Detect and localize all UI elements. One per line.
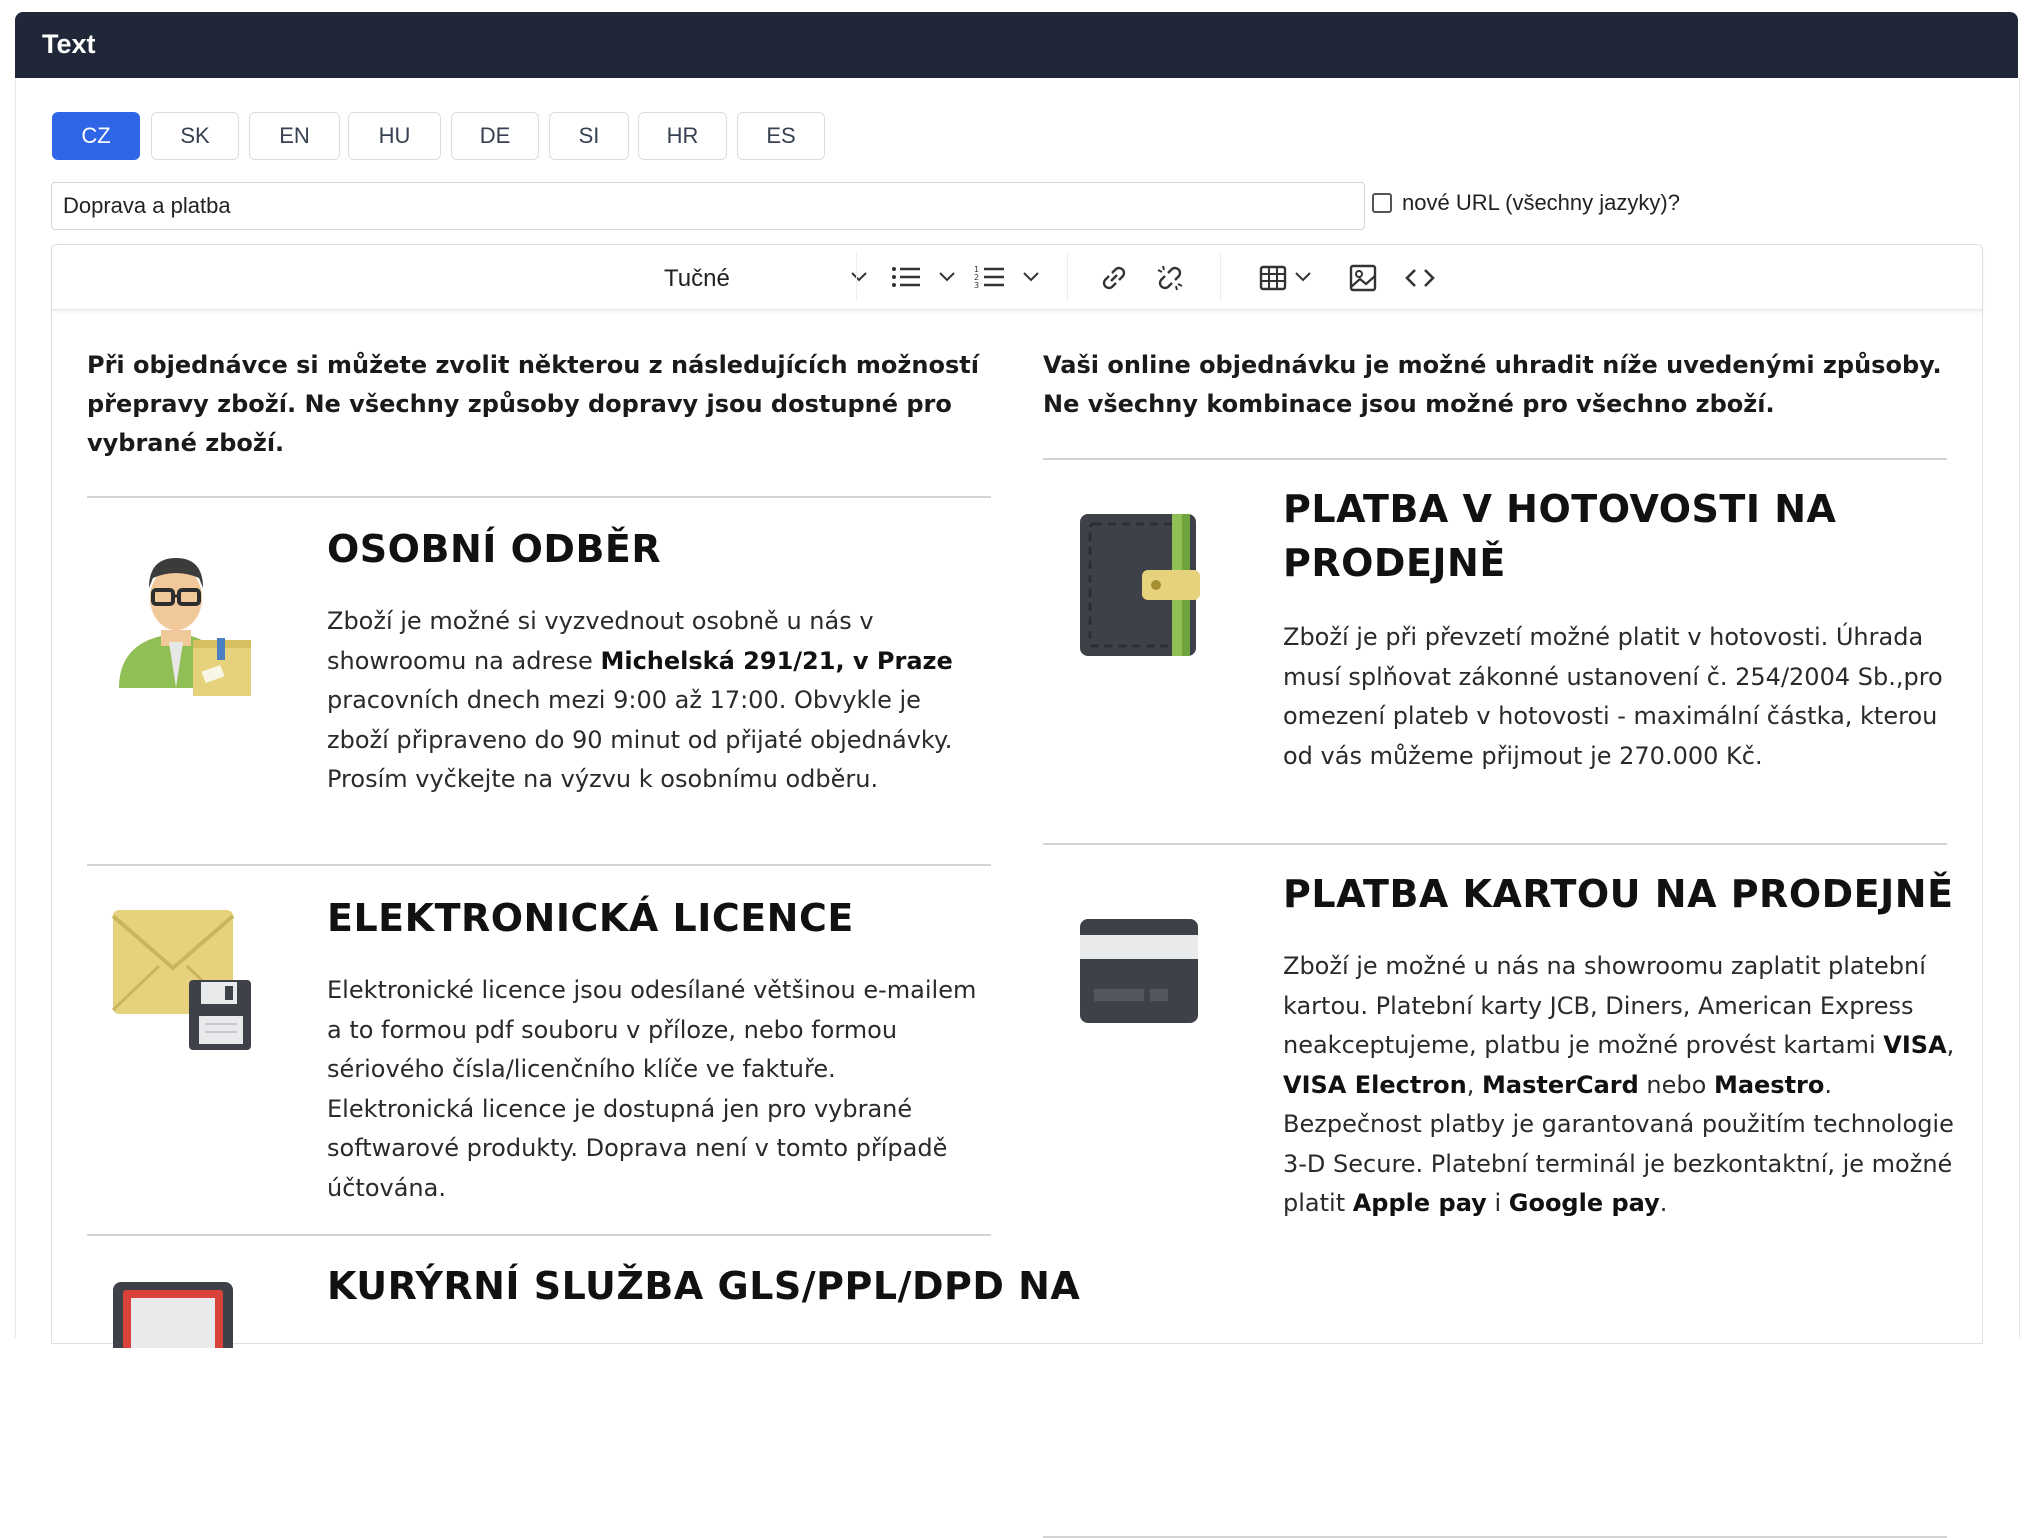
style-select-value: Tučné — [664, 265, 730, 292]
section-title: ELEKTRONICKÁ LICENCE — [327, 896, 854, 940]
lang-tab-en[interactable]: EN — [249, 112, 340, 160]
section-body: Elektronické licence jsou odesílané větš… — [327, 976, 977, 1202]
credit-card-icon — [1080, 919, 1198, 1023]
table-icon[interactable] — [1258, 263, 1288, 293]
courier-icon — [113, 1282, 233, 1348]
shipping-intro: Při objednávce si můžete zvolit některou… — [87, 351, 979, 457]
divider — [1043, 843, 1947, 845]
person-with-package-icon — [119, 558, 251, 696]
new-url-label: nové URL (všechny jazyky)? — [1402, 190, 1680, 215]
editor-toolbar: Tučné 1 2 3 — [52, 245, 1982, 310]
chevron-down-icon[interactable] — [938, 269, 956, 285]
new-url-checkbox[interactable] — [1372, 193, 1392, 213]
section-body: Zboží je možné u nás na showroomu zaplat… — [1283, 952, 1955, 1217]
section-body: Zboží je možné si vyzvednout osobně u ná… — [327, 607, 953, 793]
divider — [87, 864, 991, 866]
rich-text-editor[interactable]: Tučné 1 2 3 Při objednávce si můžete zvo… — [51, 244, 1983, 1538]
title-input[interactable] — [51, 182, 1365, 230]
link-icon[interactable] — [1098, 263, 1130, 293]
divider — [87, 496, 991, 498]
wallet-icon — [1080, 514, 1200, 656]
section-title: OSOBNÍ ODBĚR — [327, 527, 662, 571]
chevron-down-icon[interactable] — [1022, 269, 1040, 285]
payment-intro: Vaši online objednávku je možné uhradit … — [1043, 351, 1942, 418]
divider — [1043, 458, 1947, 460]
envelope-with-floppy-icon — [111, 910, 251, 1050]
unlink-icon[interactable] — [1154, 263, 1186, 293]
image-icon[interactable] — [1348, 263, 1378, 293]
svg-text:3: 3 — [974, 281, 979, 290]
lang-tab-si[interactable]: SI — [549, 112, 629, 160]
toolbar-divider — [1220, 253, 1221, 301]
source-code-icon[interactable] — [1404, 263, 1436, 293]
numbered-list-icon[interactable]: 1 2 3 — [974, 263, 1006, 291]
lang-tab-cz[interactable]: CZ — [52, 112, 140, 160]
lang-tab-de[interactable]: DE — [451, 112, 539, 160]
section-title: PLATBA V HOTOVOSTI NA PRODEJNĚ — [1283, 487, 1837, 585]
panel-title: Text — [42, 29, 96, 59]
lang-tab-es[interactable]: ES — [737, 112, 825, 160]
lang-tab-hu[interactable]: HU — [348, 112, 441, 160]
divider — [87, 1234, 991, 1236]
panel-header: Text — [15, 12, 2018, 78]
section-title: PLATBA KARTOU NA PRODEJNĚ — [1283, 872, 1954, 916]
chevron-down-icon — [851, 272, 867, 282]
section-body: Zboží je při převzetí možné platit v hot… — [1283, 623, 1943, 770]
new-url-option[interactable]: nové URL (všechny jazyky)? — [1372, 190, 1680, 216]
chevron-down-icon[interactable] — [1294, 269, 1312, 285]
toolbar-divider — [856, 253, 857, 301]
lang-tab-sk[interactable]: SK — [151, 112, 239, 160]
bullet-list-icon[interactable] — [890, 263, 922, 291]
section-title: KURÝRNÍ SLUŽBA GLS/PPL/DPD NA — [327, 1264, 1081, 1308]
lang-tab-hr[interactable]: HR — [638, 112, 727, 160]
toolbar-divider — [1067, 253, 1068, 301]
style-select[interactable]: Tučné — [664, 245, 904, 309]
